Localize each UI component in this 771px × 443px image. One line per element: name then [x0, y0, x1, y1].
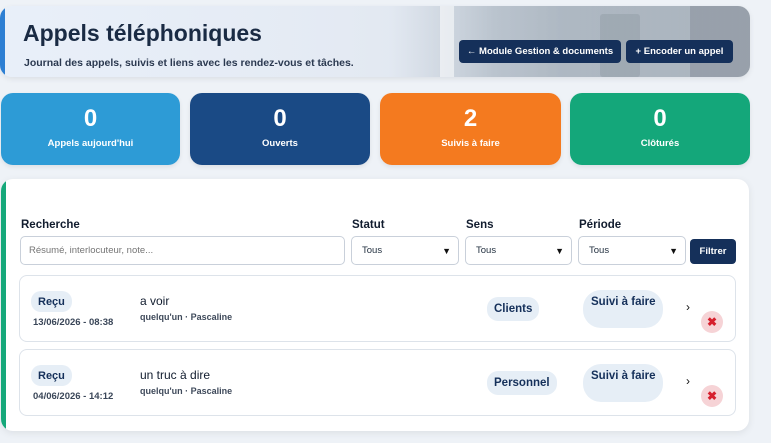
stat-label: Clôturés	[640, 138, 680, 149]
statut-select[interactable]: Tous ▼	[351, 236, 459, 265]
periode-label: Période	[579, 219, 622, 231]
stat-value: 0	[653, 105, 667, 132]
stat-card-followups: 2 Suivis à faire	[380, 93, 561, 165]
call-row[interactable]: Reçu 04/06/2026 - 14:12 un truc à dire q…	[19, 349, 736, 416]
sens-badge: Personnel	[487, 371, 557, 395]
sens-select-value: Tous	[476, 245, 497, 256]
delete-x-icon[interactable]: ✖	[701, 311, 723, 333]
chevron-down-icon: ▼	[555, 245, 564, 256]
status-badge: Reçu	[31, 291, 72, 312]
call-row[interactable]: Reçu 13/06/2026 - 08:38 a voir quelqu'un…	[19, 275, 736, 342]
statut-select-value: Tous	[362, 245, 383, 256]
stat-card-open: 0 Ouverts	[190, 93, 370, 165]
stat-label: Appels aujourd'hui	[47, 138, 134, 149]
stat-label: Ouverts	[262, 138, 298, 149]
stat-value: 0	[83, 105, 98, 132]
search-input[interactable]	[20, 236, 345, 265]
call-contact: quelqu'un · Pascaline	[140, 386, 233, 396]
stat-value: 2	[463, 105, 478, 132]
call-contact: quelqu'un · Pascaline	[140, 312, 233, 322]
filter-button[interactable]: Filtrer	[690, 239, 736, 264]
periode-select-value: Tous	[589, 245, 610, 256]
sens-label: Sens	[466, 219, 494, 231]
calls-panel: Recherche Statut Tous ▼ Sens Tous ▼ Péri…	[1, 179, 749, 431]
delete-x-icon[interactable]: ✖	[701, 385, 723, 407]
encode-call-button[interactable]: + Encoder un appel	[626, 40, 733, 63]
sens-select[interactable]: Tous ▼	[465, 236, 572, 265]
module-gestion-button[interactable]: ← Module Gestion & documents	[459, 40, 621, 63]
chevron-down-icon: ▼	[442, 245, 451, 256]
header-background-image	[440, 6, 454, 77]
suivi-badge: Suivi à faire	[583, 364, 663, 402]
call-subject: a voir	[140, 294, 170, 308]
stat-card-today: 0 Appels aujourd'hui	[1, 93, 180, 165]
call-date: 04/06/2026 - 14:12	[33, 391, 114, 402]
page-subtitle: Journal des appels, suivis et liens avec…	[24, 57, 354, 69]
call-date: 13/06/2026 - 08:38	[33, 317, 114, 328]
status-badge: Reçu	[31, 365, 72, 386]
stat-card-closed: 0 Clôturés	[570, 93, 750, 165]
chevron-right-icon[interactable]: ›	[686, 300, 690, 314]
sens-badge: Clients	[487, 297, 540, 321]
stat-label: Suivis à faire	[441, 138, 500, 149]
chevron-down-icon: ▼	[669, 245, 678, 256]
search-label: Recherche	[21, 219, 80, 231]
periode-select[interactable]: Tous ▼	[578, 236, 686, 265]
suivi-badge: Suivi à faire	[583, 290, 663, 328]
stat-value: 0	[273, 105, 287, 132]
page-title: Appels téléphoniques	[23, 20, 262, 46]
page-header: Appels téléphoniques Journal des appels,…	[0, 6, 750, 77]
statut-label: Statut	[352, 219, 385, 231]
call-subject: un truc à dire	[140, 368, 211, 382]
chevron-right-icon[interactable]: ›	[686, 374, 690, 388]
